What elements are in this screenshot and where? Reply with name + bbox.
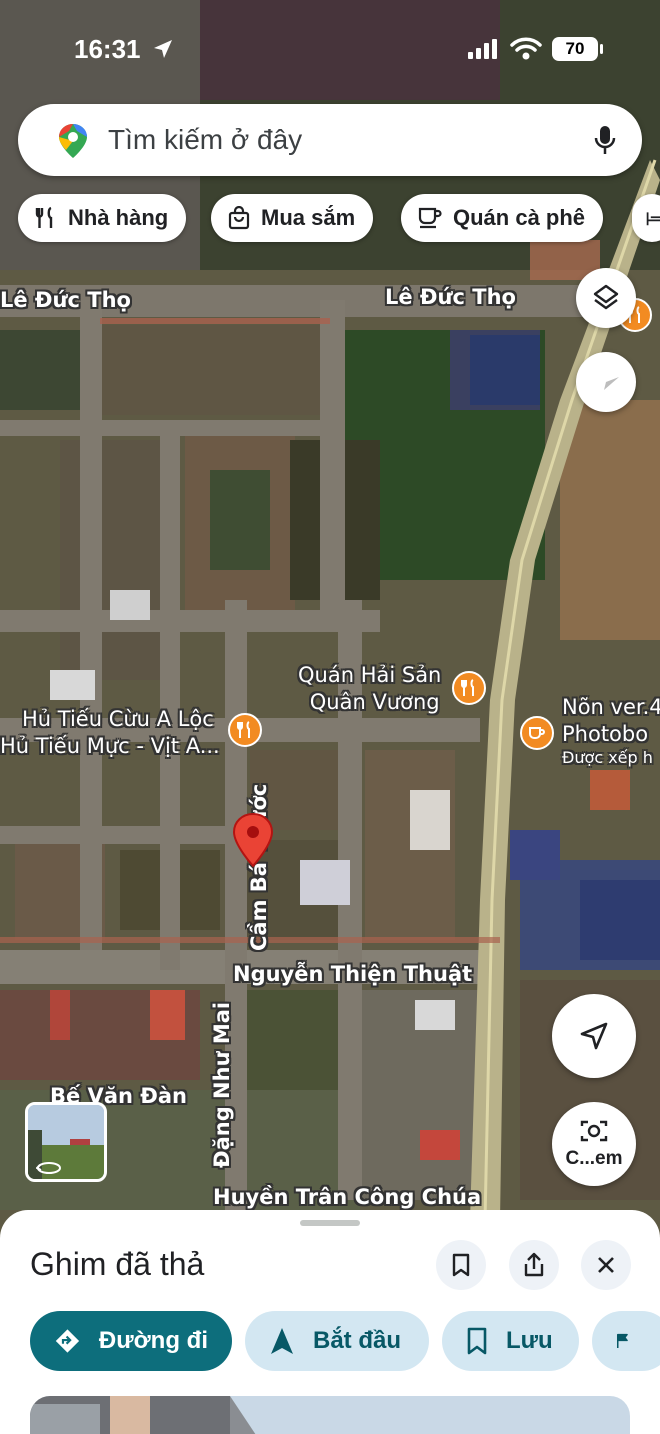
cellular-signal-icon: [468, 39, 497, 59]
chip-cafes[interactable]: Quán cà phê: [401, 194, 604, 242]
street-label-huyen-tran-cong-chua: Huyền Trân Công Chúa: [213, 1185, 482, 1209]
directions-icon: [55, 1329, 80, 1353]
save-button[interactable]: Lưu: [442, 1311, 579, 1371]
bookmark-icon: [467, 1327, 487, 1355]
shopping-bag-icon: [228, 206, 250, 230]
chip-restaurants[interactable]: Nhà hàng: [18, 194, 187, 242]
status-time: 16:31: [74, 34, 141, 64]
street-label-le-duc-tho: Lê Đức Thọ: [385, 285, 516, 309]
restaurant-pin-icon[interactable]: [452, 671, 486, 705]
coffee-cup-icon: [418, 207, 442, 229]
camera-search-button[interactable]: C...em: [552, 1102, 636, 1186]
battery-indicator: 70: [552, 37, 598, 61]
navigation-arrow-icon: [271, 1328, 293, 1354]
search-bar[interactable]: Tìm kiếm ở đây: [18, 104, 642, 176]
my-location-button[interactable]: [552, 994, 636, 1078]
bed-icon: [646, 212, 660, 226]
bookmark-button[interactable]: [436, 1240, 486, 1290]
status-bar: 16:31 70: [0, 0, 660, 96]
search-input[interactable]: Tìm kiếm ở đây: [108, 124, 302, 156]
google-maps-logo-icon: [59, 124, 87, 158]
layers-icon: [593, 284, 619, 310]
place-bottom-sheet[interactable]: Ghim đã thả Đường đi Bắt đầu Lưu: [0, 1210, 660, 1434]
close-button[interactable]: [581, 1240, 631, 1290]
sheet-title: Ghim đã thả: [30, 1246, 205, 1282]
place-photo[interactable]: [30, 1396, 630, 1434]
location-arrow-icon: [154, 40, 172, 58]
sheet-drag-handle[interactable]: [300, 1220, 360, 1226]
rotate-360-icon: [36, 1162, 61, 1174]
share-icon: [524, 1252, 544, 1277]
share-button[interactable]: [509, 1240, 559, 1290]
poi-label-non[interactable]: Nõn ver.4 Photobo Được xếp h: [562, 694, 660, 768]
camera-search-label: C...em: [565, 1148, 623, 1169]
layers-button[interactable]: [576, 268, 636, 328]
wifi-icon: [510, 37, 542, 60]
start-navigation-button[interactable]: Bắt đầu: [245, 1311, 429, 1371]
microphone-icon[interactable]: [594, 124, 616, 156]
street-label-nguyen-thien-thuat: Nguyễn Thiện Thuật: [233, 962, 473, 986]
compass-icon: [593, 377, 619, 390]
street-label-le-duc-tho: Lê Đức Thọ: [0, 288, 131, 312]
poi-label-hai-san[interactable]: Quán Hải Sản Quân Vương: [298, 662, 441, 716]
camera-lens-icon: [580, 1120, 608, 1142]
battery-tip: [600, 44, 603, 54]
street-label-dang-nhu-mai: Đặng Như Mai: [210, 1001, 234, 1168]
street-view-thumbnail[interactable]: [25, 1102, 107, 1182]
chip-hotels[interactable]: [632, 194, 660, 242]
dropped-pin-icon[interactable]: [232, 812, 274, 868]
label-button[interactable]: [592, 1311, 660, 1371]
navigation-arrow-icon: [580, 1022, 608, 1050]
flag-icon: [616, 1333, 628, 1348]
cafe-pin-icon[interactable]: [520, 716, 554, 750]
chip-shopping[interactable]: Mua sắm: [211, 194, 374, 242]
bookmark-icon: [452, 1253, 470, 1277]
close-icon: [598, 1257, 614, 1273]
poi-label-hu-tieu[interactable]: Hủ Tiếu Cừu A Lộc Hủ Tiếu Mực - Vịt A...: [0, 706, 220, 760]
compass-button[interactable]: [576, 352, 636, 412]
directions-button[interactable]: Đường đi: [30, 1311, 232, 1371]
restaurant-pin-icon[interactable]: [228, 713, 262, 747]
fork-knife-icon: [35, 206, 53, 228]
